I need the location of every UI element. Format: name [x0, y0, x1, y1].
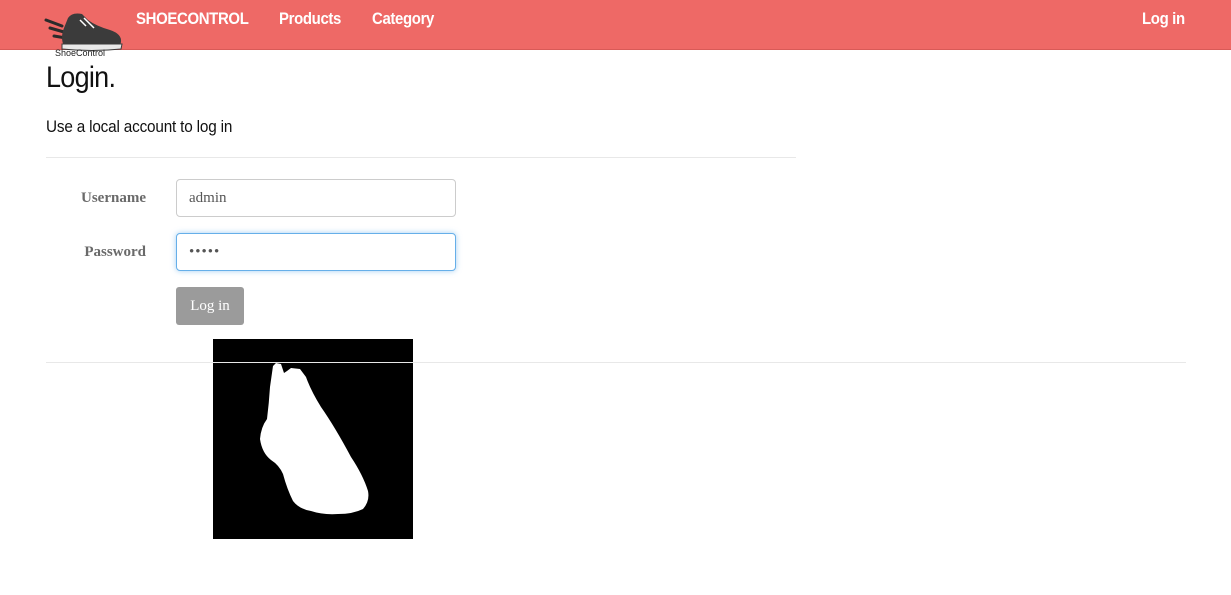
- shoe-silhouette-shape: [260, 363, 369, 515]
- navbar: ShoeControl SHOECONTROL Products Categor…: [0, 0, 1231, 58]
- password-label: Password: [84, 244, 146, 260]
- shoe-logo-icon[interactable]: ShoeControl: [44, 6, 124, 60]
- divider-top: [46, 157, 796, 158]
- nav-products-link[interactable]: Products: [279, 9, 341, 29]
- login-button[interactable]: Log in: [176, 287, 244, 325]
- page-title: Login.: [46, 61, 116, 94]
- logo-text: ShoeControl: [55, 48, 106, 58]
- shoe-silhouette-mask: [213, 339, 413, 539]
- nav-category-link[interactable]: Category: [372, 9, 434, 29]
- page-subtitle: Use a local account to log in: [46, 117, 233, 136]
- shoe-logo-graphic: [44, 13, 123, 51]
- username-input[interactable]: [176, 179, 456, 217]
- divider-bottom: [46, 362, 1186, 363]
- nav-login-link[interactable]: Log in: [1142, 9, 1185, 29]
- username-label: Username: [81, 190, 146, 206]
- password-input[interactable]: [176, 233, 456, 271]
- nav-brand-link[interactable]: SHOECONTROL: [136, 9, 249, 29]
